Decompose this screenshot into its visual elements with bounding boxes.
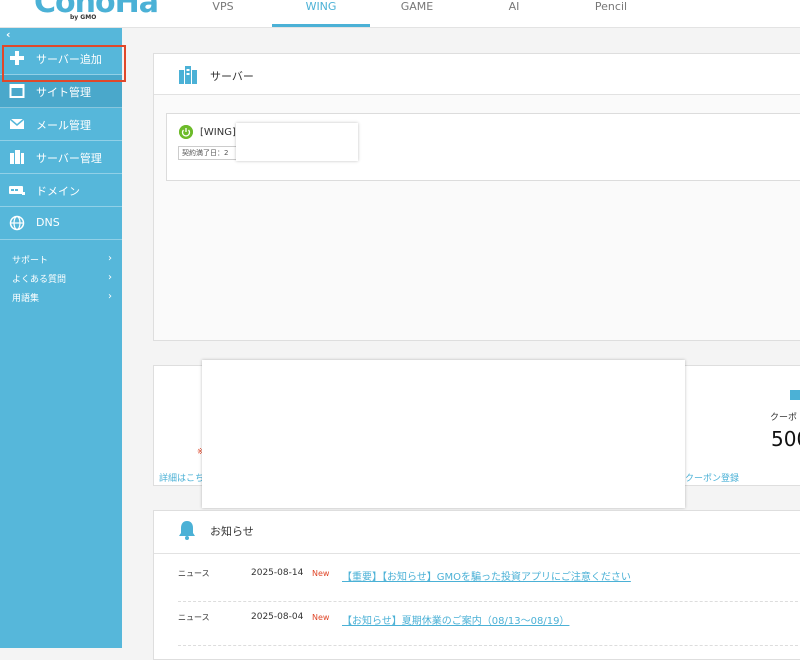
tab-ai[interactable]: AI — [465, 0, 563, 24]
logo-sub: by GMO — [70, 14, 97, 21]
news-title: お知らせ — [210, 525, 254, 538]
news-link[interactable]: 【重要】【お知らせ】GMOを騙った投資アプリにご注意ください — [342, 568, 631, 583]
coupon-label: クーポ — [770, 413, 798, 423]
sidebar-item-label: メール管理 — [36, 119, 91, 132]
sidebar: ‹ サーバー追加 サイト管理 メール管理 サーバー管理 ドメイン DNS サポー… — [0, 28, 122, 648]
new-badge: New — [312, 613, 330, 622]
news-item: ニュース 2025-08-14 New 【重要】【お知らせ】GMOを騙った投資ア… — [178, 558, 800, 602]
server-panel: サーバー — [153, 53, 800, 341]
sidebar-item-label: ドメイン — [36, 185, 80, 198]
window-icon — [9, 84, 25, 98]
coupon-value: 500 — [771, 427, 800, 451]
server-icon — [179, 66, 197, 84]
sidebar-link-label: よくある質問 — [12, 275, 67, 285]
tab-pencil[interactable]: Pencil — [562, 0, 660, 24]
mail-icon — [9, 118, 25, 129]
tab-game[interactable]: GAME — [368, 0, 466, 24]
sidebar-collapse-button[interactable]: ‹ — [6, 28, 11, 41]
redaction-block — [202, 360, 685, 508]
domain-icon — [9, 186, 25, 195]
contract-expiry: 契約満了日：2 — [178, 146, 240, 160]
sidebar-item-server-management[interactable]: サーバー管理 — [0, 141, 122, 174]
coupon-register-link[interactable]: クーポン登録 — [685, 471, 739, 484]
tab-wing[interactable]: WING — [272, 0, 370, 27]
tab-vps[interactable]: VPS — [174, 0, 272, 24]
bell-icon — [179, 521, 195, 540]
news-category: ニュース — [178, 613, 210, 622]
top-bar: ConoHa by GMO VPS WING GAME AI Pencil — [0, 0, 800, 28]
highlight-box — [2, 45, 126, 82]
sidebar-item-label: DNS — [36, 216, 60, 229]
sidebar-item-label: サーバー管理 — [36, 152, 102, 165]
news-item: ニュース 2025-08-04 New 【お知らせ】夏期休業のご案内（08/13… — [178, 602, 800, 646]
news-link[interactable]: 【お知らせ】夏期休業のご案内（08/13～08/19） — [342, 612, 569, 627]
sidebar-link-faq[interactable]: よくある質問 › — [12, 272, 112, 285]
redaction-block — [236, 123, 358, 161]
server-name[interactable]: [WING] — [200, 127, 236, 138]
sidebar-link-label: サポート — [12, 256, 49, 266]
sidebar-item-dns[interactable]: DNS — [0, 207, 122, 240]
news-category: ニュース — [178, 569, 210, 578]
server-panel-header: サーバー — [154, 54, 800, 95]
news-date: 2025-08-14 — [251, 568, 304, 578]
chevron-right-icon: › — [108, 291, 112, 302]
chevron-right-icon: › — [108, 272, 112, 283]
sidebar-link-glossary[interactable]: 用語集 › — [12, 291, 112, 304]
detail-link[interactable]: 詳細はこち — [159, 471, 204, 484]
globe-icon — [9, 215, 25, 231]
coupon-icon — [790, 390, 800, 400]
chevron-right-icon: › — [108, 253, 112, 264]
panel-title: サーバー — [210, 70, 254, 83]
power-icon — [179, 125, 193, 139]
sidebar-item-label: サイト管理 — [36, 86, 91, 99]
sidebar-item-domain[interactable]: ドメイン — [0, 174, 122, 207]
sidebar-item-mail-management[interactable]: メール管理 — [0, 108, 122, 141]
new-badge: New — [312, 569, 330, 578]
news-date: 2025-08-04 — [251, 612, 304, 622]
sidebar-link-support[interactable]: サポート › — [12, 253, 112, 266]
server-icon — [10, 150, 24, 164]
sidebar-link-label: 用語集 — [12, 294, 40, 304]
